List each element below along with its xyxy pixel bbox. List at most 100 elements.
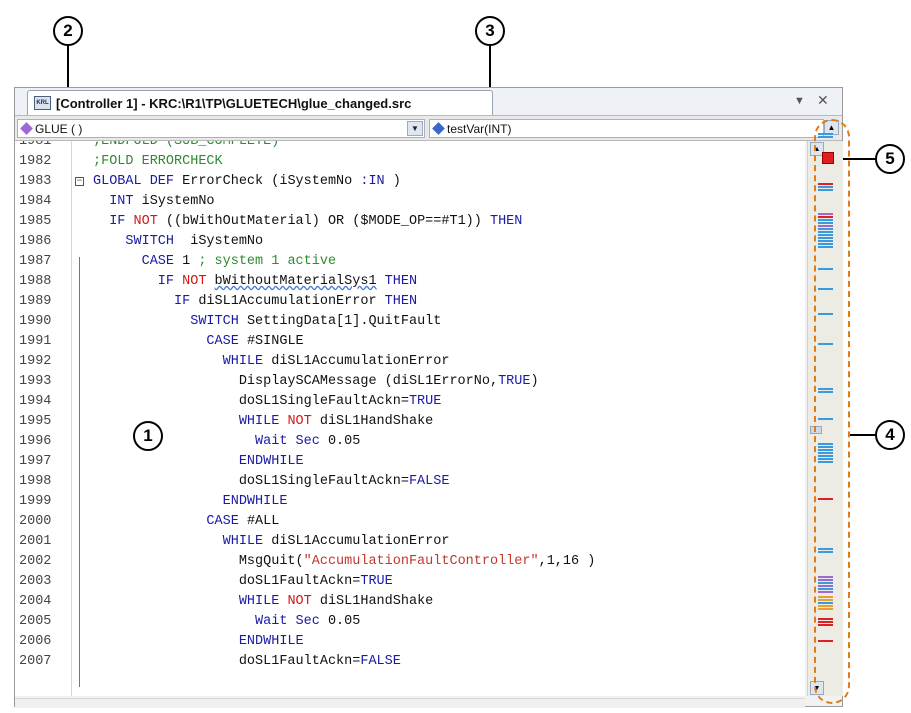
code-token: #SINGLE xyxy=(246,334,304,349)
code-line[interactable]: 1989 IF diSL1AccumulationError THEN xyxy=(15,292,805,312)
line-number: 2006 xyxy=(19,634,52,649)
code-text: ENDWHILE xyxy=(93,452,304,472)
code-token: WHILE xyxy=(93,414,288,429)
code-text: CASE 1 ; system 1 active xyxy=(93,252,336,272)
code-line[interactable]: 1990 SWITCH SettingData[1].QuitFault xyxy=(15,312,805,332)
callout-3: 3 xyxy=(475,16,505,46)
horizontal-scrollbar[interactable] xyxy=(15,698,805,708)
code-token: iSystemNo xyxy=(141,194,215,209)
code-text: WHILE diSL1AccumulationError xyxy=(93,352,450,372)
code-token: THEN xyxy=(376,274,418,289)
code-token: doSL1SingleFaultAckn= xyxy=(93,394,409,409)
code-token: IF xyxy=(93,294,199,309)
code-token: ENDWHILE xyxy=(93,634,304,649)
code-text: doSL1SingleFaultAckn=TRUE xyxy=(93,392,442,412)
code-line[interactable]: 1983 − GLOBAL DEF ErrorCheck (iSystemNo :I… xyxy=(15,172,805,192)
code-token: NOT xyxy=(287,594,312,609)
code-token: WHILE xyxy=(93,534,272,549)
code-token: TRUE xyxy=(408,394,442,409)
editor-window: KRL [Controller 1] - KRC:\R1\TP\GLUETECH… xyxy=(14,87,843,708)
code-token: WHILE xyxy=(93,354,272,369)
code-token: CASE xyxy=(93,254,183,269)
line-number: 1994 xyxy=(19,394,52,409)
code-text: ENDWHILE xyxy=(93,492,288,512)
code-line[interactable]: 1993 DisplaySCAMessage (diSL1ErrorNo,TRU… xyxy=(15,372,805,392)
code-token: SWITCH xyxy=(93,314,247,329)
code-line[interactable]: 1997 ENDWHILE xyxy=(15,452,805,472)
code-line[interactable]: 1981 ;ENDFOLD (SUB_COMPLETE) xyxy=(15,141,805,152)
code-token: ;ENDFOLD (SUB_COMPLETE) xyxy=(93,141,280,149)
line-number: 1986 xyxy=(19,234,52,249)
code-line[interactable]: 1985 IF NOT ((bWithOutMaterial) OR ($MOD… xyxy=(15,212,805,232)
callout-2: 2 xyxy=(53,16,83,46)
code-token: ) xyxy=(530,374,539,389)
code-line[interactable]: 1987 CASE 1 ; system 1 active xyxy=(15,252,805,272)
code-line[interactable]: 2007 doSL1FaultAckn=FALSE xyxy=(15,652,805,672)
function-dropdown[interactable]: GLUE ( ) ▼ xyxy=(17,119,425,138)
code-token: 1 xyxy=(182,254,199,269)
function-icon xyxy=(20,122,33,135)
code-line[interactable]: 1994 doSL1SingleFaultAckn=TRUE xyxy=(15,392,805,412)
code-token: ENDWHILE xyxy=(93,494,288,509)
code-token: SettingData[1].QuitFault xyxy=(246,314,442,329)
code-text: Wait Sec 0.05 xyxy=(93,612,360,632)
function-dropdown-value: GLUE ( ) xyxy=(35,121,83,136)
code-line[interactable]: 1986 SWITCH iSystemNo xyxy=(15,232,805,252)
line-number: 2000 xyxy=(19,514,52,529)
code-token: GLOBAL DEF xyxy=(93,174,183,189)
code-token: CASE xyxy=(93,334,247,349)
code-line[interactable]: 2005 Wait Sec 0.05 xyxy=(15,612,805,632)
code-line[interactable]: 1999 ENDWHILE xyxy=(15,492,805,512)
code-text: WHILE diSL1AccumulationError xyxy=(93,532,450,552)
code-line[interactable]: 2006 ENDWHILE xyxy=(15,632,805,652)
line-number: 1998 xyxy=(19,474,52,489)
code-token: NOT xyxy=(287,414,312,429)
line-number: 2001 xyxy=(19,534,52,549)
code-text: MsgQuit("AccumulationFaultController",1,… xyxy=(93,552,596,572)
line-number: 1985 xyxy=(19,214,52,229)
code-token: ((bWithOutMaterial) OR ($MODE_OP==#T1)) xyxy=(157,214,490,229)
line-number: 2004 xyxy=(19,594,52,609)
code-line[interactable]: 2004 WHILE NOT diSL1HandShake xyxy=(15,592,805,612)
code-token: Wait Sec xyxy=(93,434,328,449)
variable-dropdown-value: testVar(INT) xyxy=(447,121,512,136)
close-icon[interactable]: ✕ xyxy=(817,92,829,109)
code-editor[interactable]: 1981 ;ENDFOLD (SUB_COMPLETE) 1982 ;FOLD ERR… xyxy=(15,141,805,696)
code-line[interactable]: 2002 MsgQuit("AccumulationFaultControlle… xyxy=(15,552,805,572)
code-line[interactable]: 1982 ;FOLD ERRORCHECK xyxy=(15,152,805,172)
code-token: INT xyxy=(93,194,142,209)
variable-dropdown[interactable]: testVar(INT) xyxy=(429,119,824,138)
chevron-down-icon[interactable]: ▼ xyxy=(407,121,423,136)
line-number: 1997 xyxy=(19,454,52,469)
code-text: ENDWHILE xyxy=(93,632,304,652)
code-token: #ALL xyxy=(246,514,280,529)
code-line[interactable]: 2001 WHILE diSL1AccumulationError xyxy=(15,532,805,552)
tab-menu-dropdown-icon[interactable]: ▼ xyxy=(794,95,805,107)
line-number: 1989 xyxy=(19,294,52,309)
code-token: NOT xyxy=(133,214,158,229)
overview-highlight-ellipse xyxy=(814,119,850,704)
file-tab[interactable]: KRL [Controller 1] - KRC:\R1\TP\GLUETECH… xyxy=(27,90,493,115)
code-token: :IN xyxy=(360,174,385,189)
code-line[interactable]: 2003 doSL1FaultAckn=TRUE xyxy=(15,572,805,592)
code-token: diSL1AccumulationError xyxy=(198,294,385,309)
code-line[interactable]: 1998 doSL1SingleFaultAckn=FALSE xyxy=(15,472,805,492)
code-line[interactable]: 1988 IF NOT bWithoutMaterialSys1 THEN xyxy=(15,272,805,292)
code-token: IF xyxy=(93,274,183,289)
file-tab-title: [Controller 1] - KRC:\R1\TP\GLUETECH\glu… xyxy=(56,95,412,111)
line-number: 1993 xyxy=(19,374,52,389)
code-line[interactable]: 1984 INT iSystemNo xyxy=(15,192,805,212)
code-text: IF NOT ((bWithOutMaterial) OR ($MODE_OP=… xyxy=(93,212,522,232)
line-number: 1987 xyxy=(19,254,52,269)
code-line[interactable]: 1992 WHILE diSL1AccumulationError xyxy=(15,352,805,372)
navigation-bar: GLUE ( ) ▼ testVar(INT) ▲ xyxy=(15,115,842,141)
line-number: 1990 xyxy=(19,314,52,329)
code-line[interactable]: 2000 CASE #ALL xyxy=(15,512,805,532)
code-token: diSL1AccumulationError xyxy=(271,534,450,549)
code-text: INT iSystemNo xyxy=(93,192,215,212)
fold-collapse-icon[interactable]: − xyxy=(75,177,84,186)
line-number: 1991 xyxy=(19,334,52,349)
code-text: doSL1FaultAckn=FALSE xyxy=(93,652,401,672)
code-line[interactable]: 1991 CASE #SINGLE xyxy=(15,332,805,352)
code-token: ;FOLD ERRORCHECK xyxy=(93,154,223,169)
